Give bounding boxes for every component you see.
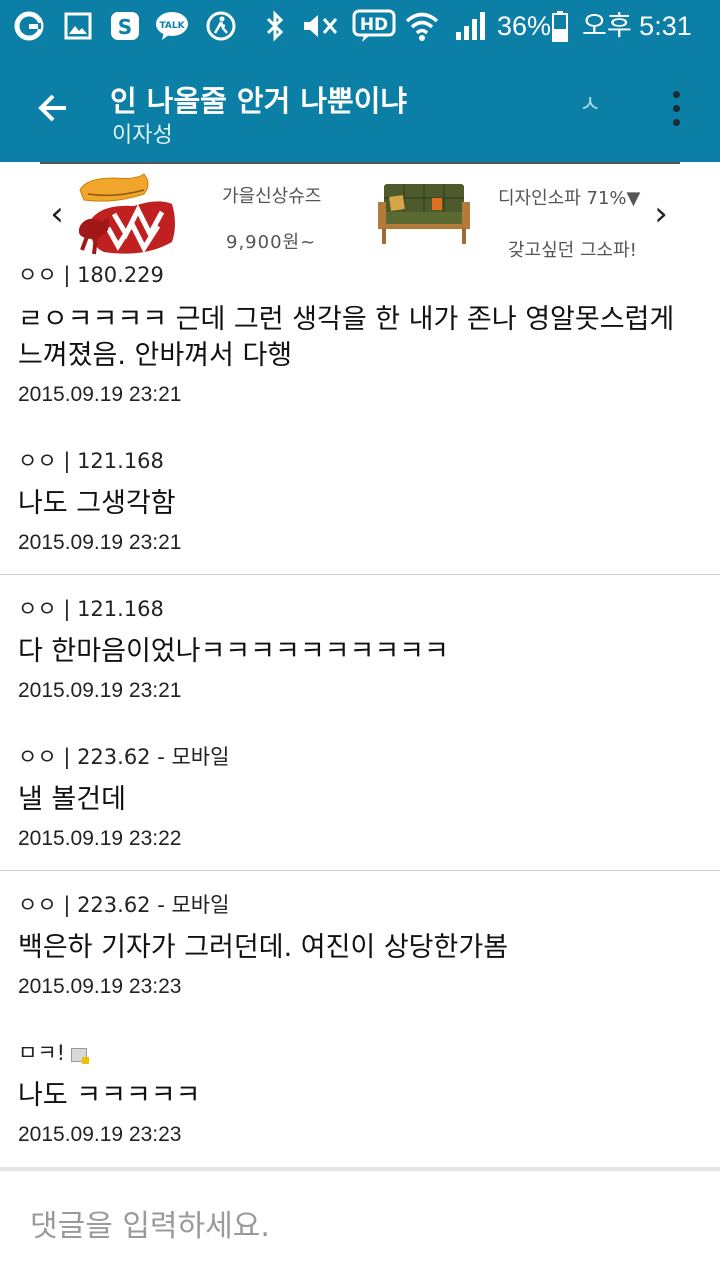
comment-item: ㅇㅇ | 223.62 - 모바일 낼 볼건데 2015.09.19 23:22	[0, 744, 720, 854]
comment-divider	[0, 574, 720, 575]
comment-item: ㅇㅇ | 223.62 - 모바일 백은하 기자가 그러던데. 여진이 상당한가…	[0, 892, 720, 1002]
dot-icon	[672, 90, 680, 98]
comment-divider	[0, 870, 720, 871]
back-button[interactable]	[28, 82, 80, 134]
svg-text:TALK: TALK	[159, 21, 185, 31]
signal-icon	[454, 8, 488, 44]
comment-meta: ㅇㅇ | 121.168	[18, 597, 164, 621]
comment-item: ㅁㅋ! 나도 ㅋㅋㅋㅋㅋ 2015.09.19 23:23	[0, 1040, 720, 1150]
comment-meta: ㅇㅇ | 180.229	[18, 263, 164, 287]
ad-right-caption[interactable]: 갖고싶던 그소파!	[508, 236, 637, 262]
app-bar: 인 나올줄 안거 나뿐이냐 이자성 ㅅ	[0, 52, 720, 162]
sofa-image[interactable]	[376, 178, 472, 246]
comment-body: ㄹㅇㅋㅋㅋㅋ 근데 그런 생각을 한 내가 존나 영알못스럽게 느껴졌음. 안바…	[18, 304, 675, 371]
comment-date: 2015.09.19 23:23	[18, 975, 182, 998]
svg-text:HD: HD	[360, 15, 388, 35]
comment-body: 백은하 기자가 그러던데. 여진이 상당한가봄	[18, 932, 509, 963]
chevron-right-icon[interactable]: ›	[648, 196, 674, 232]
shoe-image[interactable]	[74, 164, 180, 260]
svg-text:S: S	[118, 15, 132, 39]
dot-icon	[672, 104, 680, 112]
page-subtitle: 이자성	[112, 123, 173, 148]
comment-date: 2015.09.19 23:21	[18, 531, 182, 554]
page-title: 인 나올줄 안거 나뿐이냐	[110, 84, 408, 118]
comment-body: 나도 그생각함	[18, 488, 176, 519]
comment-date: 2015.09.19 23:21	[18, 679, 182, 702]
skype-icon: S	[108, 8, 142, 44]
kakaotalk-icon: TALK	[154, 8, 190, 44]
title-container: 인 나올줄 안거 나뿐이냐	[110, 82, 570, 120]
sync-icon	[12, 8, 46, 44]
comment-author: ㅁㅋ!	[18, 1041, 66, 1065]
comment-body: 낼 볼건데	[18, 784, 126, 815]
hd-voice-icon: HD	[352, 8, 396, 44]
comment-date: 2015.09.19 23:21	[18, 383, 182, 406]
more-options-button[interactable]	[660, 82, 692, 134]
battery-percent: 36%	[497, 11, 552, 41]
comment-item: ㅇㅇ | 121.168 나도 그생각함 2015.09.19 23:21	[0, 448, 720, 558]
member-badge-icon	[71, 1048, 90, 1064]
bluetooth-icon	[262, 8, 288, 44]
battery-icon	[550, 8, 570, 44]
comment-meta: ㅇㅇ | 223.62 - 모바일	[18, 893, 230, 917]
comment-meta: ㅁㅋ!	[18, 1040, 90, 1066]
comment-meta: ㅇㅇ | 121.168	[18, 449, 164, 473]
ad-left-price[interactable]: 9,900원~	[226, 228, 316, 254]
comment-item: ㅇㅇ | 180.229 ㄹㅇㅋㅋㅋㅋ 근데 그런 생각을 한 내가 존나 영알…	[0, 262, 720, 412]
comment-date: 2015.09.19 23:23	[18, 1123, 182, 1146]
search-button[interactable]: ㅅ	[572, 86, 608, 122]
dot-icon	[672, 118, 680, 126]
gallery-icon	[62, 8, 94, 44]
arrow-back-icon	[38, 94, 66, 122]
ad-banner: ‹ 가을신상슈즈 9,900원~ 디자인소파 71%▼ 갖고싶던 그소파! ›	[0, 162, 720, 262]
comment-body: 나도 ㅋㅋㅋㅋㅋ	[18, 1080, 201, 1111]
comment-date: 2015.09.19 23:22	[18, 827, 182, 850]
wifi-icon	[404, 8, 440, 44]
ad-right-name[interactable]: 디자인소파 71%▼	[498, 184, 640, 210]
mute-icon	[300, 8, 340, 44]
comment-item: ㅇㅇ | 121.168 다 한마음이었나ㅋㅋㅋㅋㅋㅋㅋㅋㅋㅋ 2015.09.…	[0, 596, 720, 706]
comment-input[interactable]	[30, 1201, 690, 1251]
comment-input-bar	[0, 1167, 720, 1280]
clock: 오후 5:31	[582, 11, 692, 41]
walking-icon	[204, 8, 238, 44]
chevron-left-icon[interactable]: ‹	[44, 196, 70, 232]
ad-left-name[interactable]: 가을신상슈즈	[222, 182, 321, 208]
comment-body: 다 한마음이었나ㅋㅋㅋㅋㅋㅋㅋㅋㅋㅋ	[18, 636, 449, 667]
comment-meta: ㅇㅇ | 223.62 - 모바일	[18, 745, 230, 769]
status-bar: S TALK HD 36% 오후 5:31	[0, 0, 720, 52]
